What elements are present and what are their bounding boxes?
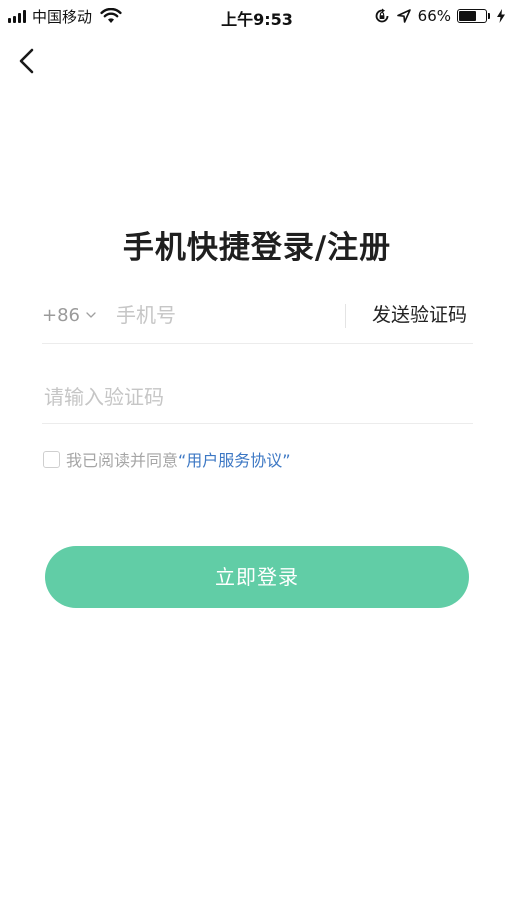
status-bar: 中国移动 上午9:53 66% bbox=[0, 0, 514, 32]
battery-fill bbox=[459, 11, 476, 21]
location-arrow-icon bbox=[396, 9, 411, 23]
user-agreement-link[interactable]: “用户服务协议” bbox=[178, 447, 291, 471]
agreement-row: 我已阅读并同意 “用户服务协议” bbox=[43, 448, 291, 470]
login-button[interactable]: 立即登录 bbox=[45, 546, 469, 608]
rotation-lock-icon bbox=[375, 8, 389, 23]
battery-icon bbox=[457, 9, 487, 23]
country-code-selector[interactable]: +86 bbox=[42, 302, 97, 328]
charging-bolt-icon bbox=[497, 9, 505, 23]
page-title: 手机快捷登录/注册 bbox=[122, 230, 392, 266]
login-screen: 中国移动 上午9:53 66% 手机快捷登录/注册 +86 手机号 发送验证码 … bbox=[0, 0, 514, 914]
battery-tip bbox=[488, 13, 490, 19]
battery-percent: 66% bbox=[417, 7, 451, 25]
chevron-down-icon bbox=[86, 312, 96, 318]
back-button[interactable] bbox=[12, 42, 46, 80]
phone-number-input[interactable] bbox=[116, 300, 336, 330]
code-row bbox=[42, 370, 473, 424]
chevron-left-icon bbox=[19, 48, 34, 74]
verification-code-input[interactable] bbox=[44, 382, 444, 412]
agreement-checkbox[interactable] bbox=[43, 450, 60, 468]
country-code-value: +86 bbox=[42, 304, 80, 326]
vertical-divider bbox=[345, 304, 346, 328]
phone-row: +86 发送验证码 bbox=[42, 290, 473, 344]
status-bar-right: 66% bbox=[374, 6, 506, 26]
send-code-button[interactable]: 发送验证码 bbox=[372, 302, 467, 328]
agreement-text: 我已阅读并同意 bbox=[66, 451, 179, 470]
